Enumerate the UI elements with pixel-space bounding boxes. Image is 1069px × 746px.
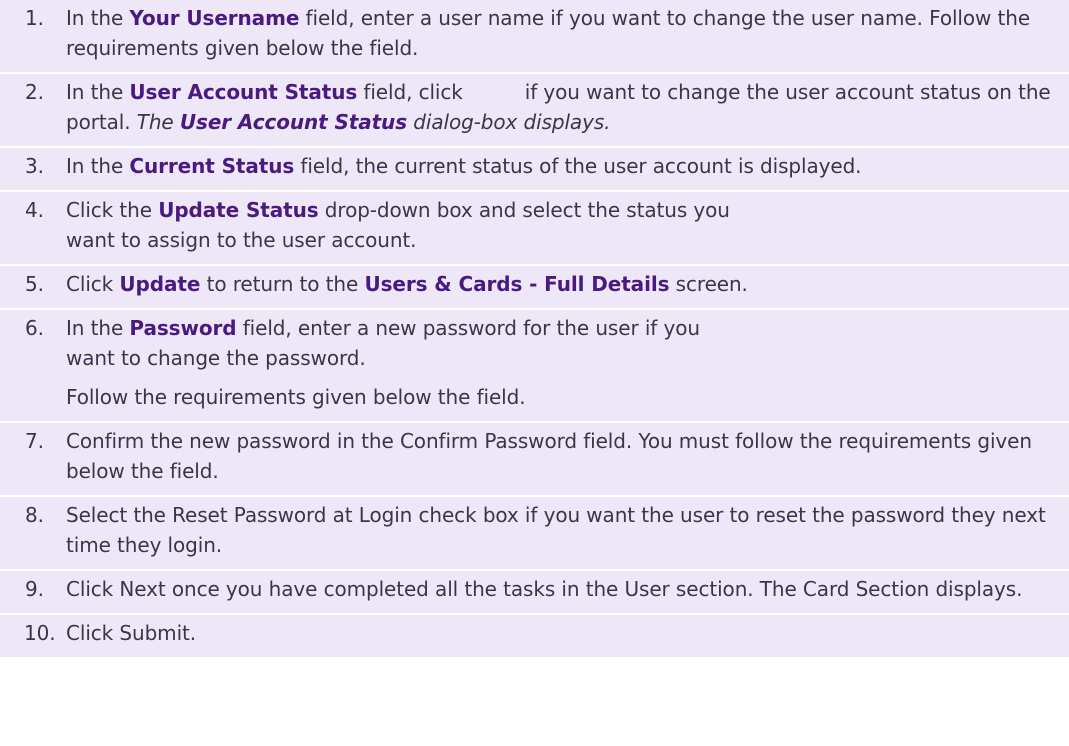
step-text: Select the Reset Password at Login check… [66,503,1046,557]
step-text: field, click [357,80,463,104]
step-number: 6. [25,316,44,340]
step-text: screen. [669,272,748,296]
button-name-update: Update [119,272,201,296]
step-number: 2. [25,80,44,104]
step-result-text: The [136,110,180,134]
step-number: 7. [25,429,44,453]
step-number: 5. [25,272,44,296]
step-sub-paragraph: Follow the requirements given below the … [66,385,526,409]
step-2: 2. In the User Account Status field, cli… [0,74,1069,148]
step-5: 5. Click Update to return to the Users &… [0,266,1069,310]
step-text: Click Next once you have completed all t… [66,577,1023,601]
step-text: In the [66,316,130,340]
step-1: 1. In the Your Username field, enter a u… [0,0,1069,74]
step-text: to return to the [200,272,365,296]
step-number: 9. [25,577,44,601]
step-text: field, the current status of the user ac… [294,154,862,178]
step-number: 1. [25,6,44,30]
step-text: Confirm the new password in the Confirm … [66,429,1032,483]
step-number: 10. [24,621,56,645]
step-9: 9. Click Next once you have completed al… [0,571,1069,615]
step-result-text: dialog-box displays. [407,110,611,134]
step-text: Click Submit. [66,621,197,645]
step-4: 4. Click the Update Status drop-down box… [0,192,1069,266]
field-name-user-account-status: User Account Status [129,80,358,104]
step-number: 3. [25,154,44,178]
field-name-current-status: Current Status [129,154,295,178]
step-text: Click the [66,198,159,222]
step-3: 3. In the Current Status field, the curr… [0,148,1069,192]
step-7: 7. Confirm the new password in the Confi… [0,423,1069,497]
screen-name-users-cards-full-details: Users & Cards - Full Details [364,272,670,296]
step-6: 6. In the Password field, enter a new pa… [0,310,1069,423]
step-number: 4. [25,198,44,222]
step-number: 8. [25,503,44,527]
instruction-steps-list: 1. In the Your Username field, enter a u… [0,0,1069,657]
field-name-update-status: Update Status [158,198,319,222]
step-text: Click [66,272,120,296]
step-10: 10. Click Submit. [0,615,1069,657]
field-name-your-username: Your Username [129,6,300,30]
step-8: 8. Select the Reset Password at Login ch… [0,497,1069,571]
dialog-name-user-account-status: User Account Status [179,110,408,134]
field-name-password: Password [129,316,237,340]
step-text: In the [66,154,130,178]
step-text: In the [66,80,130,104]
edit-icon [463,84,525,104]
step-text: In the [66,6,130,30]
